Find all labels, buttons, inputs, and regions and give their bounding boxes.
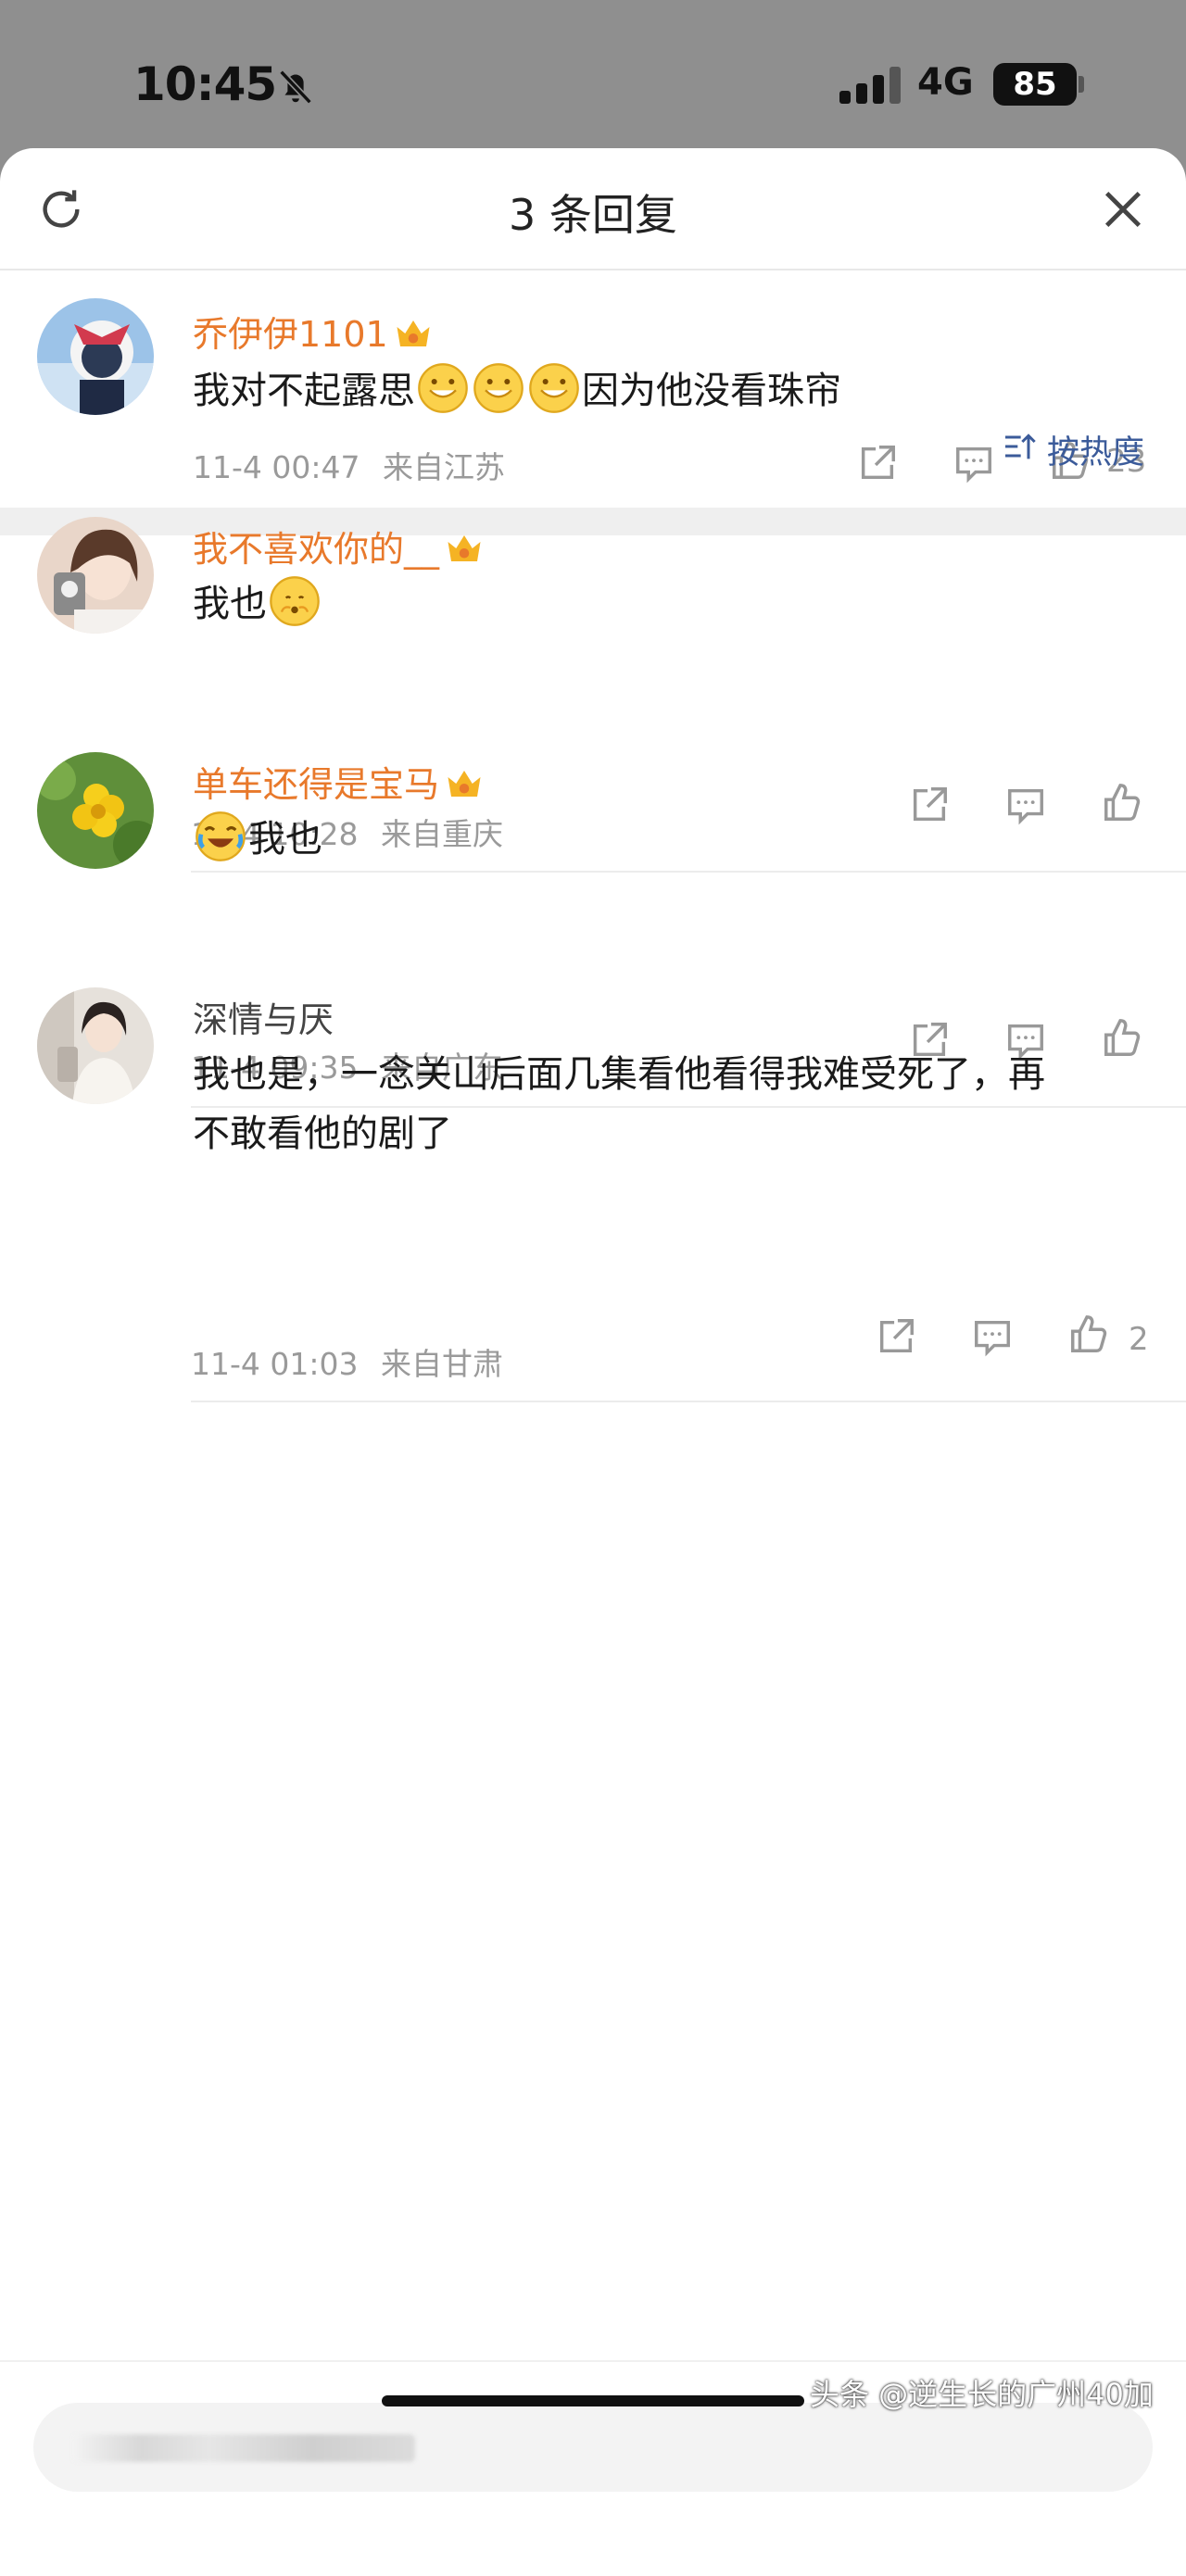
- emoji-icon: [196, 811, 246, 861]
- reply-username[interactable]: 深情与厌: [193, 991, 334, 1042]
- share-icon[interactable]: [856, 442, 899, 484]
- comment-date: 11-4 00:47: [193, 449, 360, 485]
- emoji-icon: [473, 363, 524, 413]
- watermark: 头条 @逆生长的广州40加: [810, 2377, 1154, 2412]
- crown-icon: [397, 320, 430, 346]
- username-text[interactable]: 我不喜欢你的__: [193, 529, 439, 570]
- share-icon[interactable]: [908, 784, 951, 826]
- close-icon[interactable]: [1099, 185, 1147, 233]
- reply-text-part: 我也: [193, 583, 267, 625]
- like-count: 2: [1129, 1321, 1149, 1358]
- home-indicator[interactable]: [382, 2395, 804, 2406]
- network-type: 4G: [917, 61, 974, 104]
- emoji-icon: [418, 363, 468, 413]
- avatar[interactable]: [37, 752, 154, 869]
- replies-sheet: 3 条回复 乔伊伊1101 我对不起露思 因为他没看珠帘 11-4 00:47 来…: [0, 148, 1186, 2576]
- crown-icon: [448, 771, 481, 797]
- comment-meta: 11-4 00:47 来自江苏: [193, 443, 505, 487]
- status-bar: 10:45 4G 85: [0, 0, 1186, 148]
- sort-icon[interactable]: [1001, 428, 1038, 465]
- bell-slash-icon: [279, 69, 312, 105]
- comment-text-part: 因为他没看珠帘: [582, 370, 841, 412]
- input-placeholder-blurred: [72, 2434, 415, 2462]
- reply-username[interactable]: 我不喜欢你的__: [193, 521, 484, 572]
- username-text[interactable]: 深情与厌: [193, 999, 334, 1040]
- comment-text: 我对不起露思 因为他没看珠帘: [193, 361, 841, 421]
- reply-username[interactable]: 单车还得是宝马: [193, 756, 484, 807]
- comment-username[interactable]: 乔伊伊1101: [193, 306, 433, 357]
- avatar[interactable]: [37, 987, 154, 1104]
- like-icon[interactable]: [1101, 1017, 1143, 1060]
- reply-text-part: 我也: [248, 818, 322, 861]
- username-text[interactable]: 单车还得是宝马: [193, 764, 439, 805]
- comment-icon[interactable]: [1004, 784, 1047, 826]
- emoji-icon: [529, 363, 579, 413]
- reply-location: 来自重庆: [381, 816, 503, 852]
- reply-text: 我也是，一念关山后面几集看他看得我难受死了，再 不敢看他的剧了: [193, 1045, 1045, 1163]
- reply-text-line: 我也是，一念关山后面几集看他看得我难受死了，再: [193, 1053, 1045, 1096]
- reply-date: 11-4 01:03: [191, 1346, 359, 1382]
- like-icon[interactable]: [1067, 1313, 1110, 1356]
- like-icon[interactable]: [1101, 782, 1143, 824]
- username-text[interactable]: 乔伊伊1101: [193, 314, 388, 355]
- comment-text-part: 我对不起露思: [193, 370, 415, 412]
- reply-input[interactable]: [33, 2403, 1153, 2492]
- comment-icon[interactable]: [953, 442, 995, 484]
- comment-icon[interactable]: [971, 1315, 1014, 1358]
- reply-location: 来自甘肃: [381, 1346, 503, 1382]
- section-divider: [0, 508, 1186, 535]
- battery-level: 85: [993, 63, 1077, 106]
- reply-text-line: 不敢看他的剧了: [193, 1112, 452, 1155]
- reply-divider: [191, 1401, 1186, 1402]
- sheet-title: 3 条回复: [509, 190, 677, 240]
- reply-meta-3: 11-4 01:03 来自甘肃: [191, 1339, 503, 1384]
- reply-divider: [191, 871, 1186, 873]
- crown-icon: [448, 535, 481, 561]
- comment-location: 来自江苏: [383, 449, 505, 485]
- battery-cap: [1079, 76, 1084, 93]
- reply-text: 我也: [193, 574, 322, 634]
- signal-icon: [839, 67, 901, 104]
- reply-text: 我也: [193, 810, 322, 869]
- share-icon[interactable]: [875, 1315, 917, 1358]
- sort-by-hot[interactable]: 按热度: [1047, 426, 1144, 473]
- sheet-header: 3 条回复: [0, 148, 1186, 270]
- avatar[interactable]: [37, 298, 154, 415]
- avatar[interactable]: [37, 517, 154, 634]
- emoji-icon: [270, 576, 320, 626]
- status-time: 10:45: [133, 57, 277, 111]
